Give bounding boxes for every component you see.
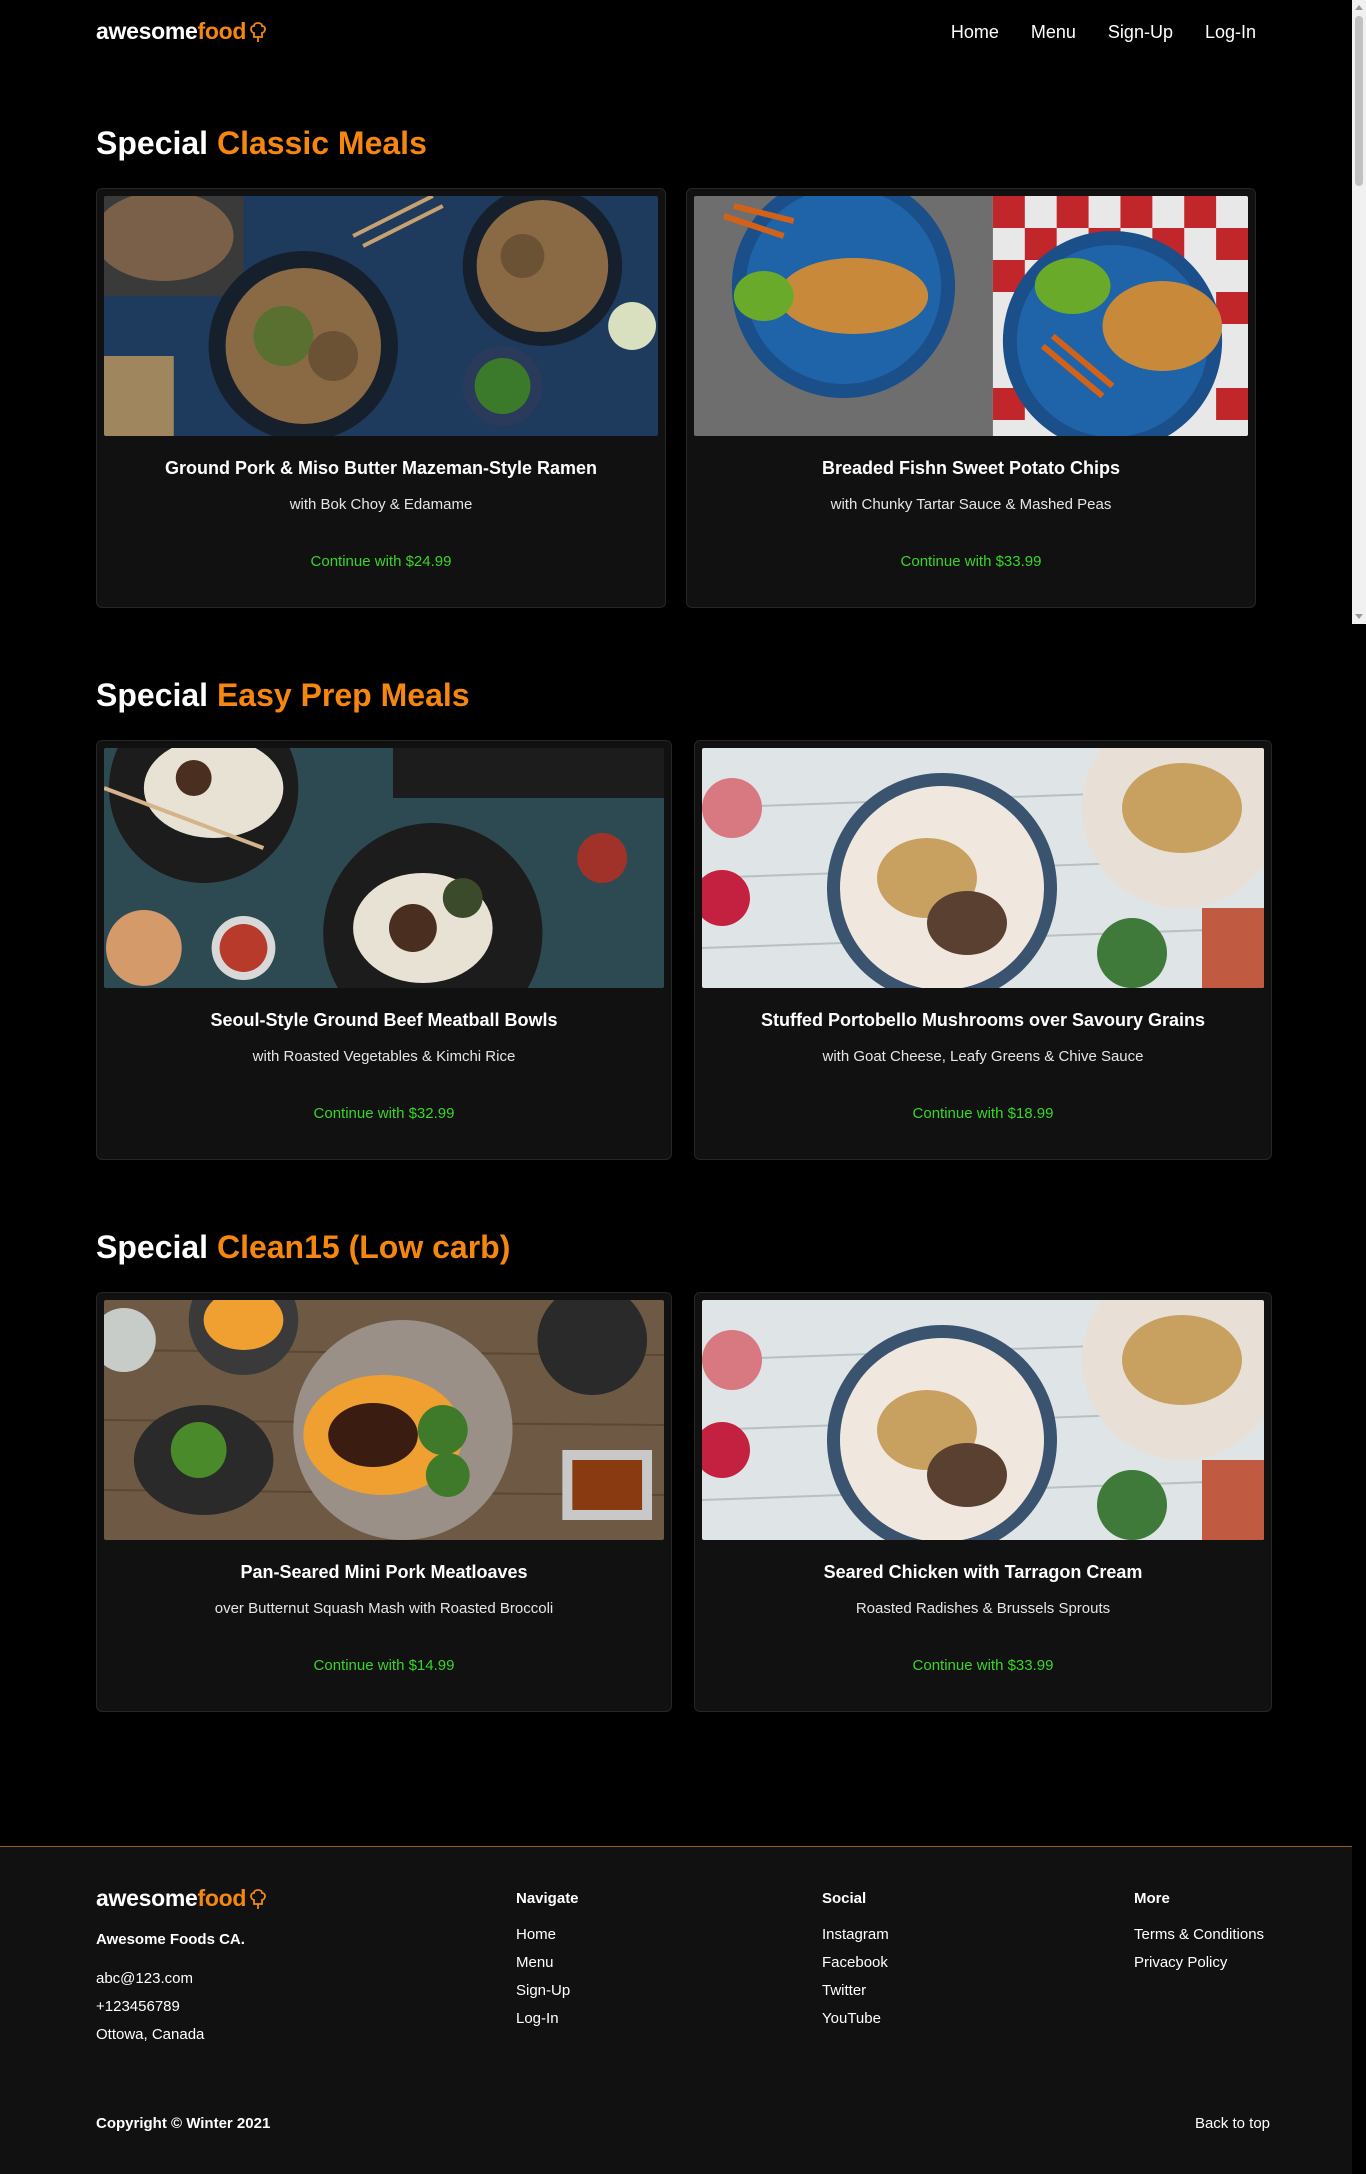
section-classic-meals: Special Classic Meals Ground Pork & Miso… xyxy=(96,118,1272,608)
copyright-text: Copyright © Winter 2021 xyxy=(96,2115,271,2132)
section-heading-highlight: Clean15 (Low carb) xyxy=(216,1229,511,1265)
meal-card[interactable]: Pan-Seared Mini Pork Meatloaves over But… xyxy=(96,1292,672,1712)
contact-email: abc@123.com xyxy=(96,1970,193,1987)
company-name: Awesome Foods CA. xyxy=(96,1931,245,1948)
footer-link-youtube[interactable]: YouTube xyxy=(822,2005,889,2033)
section-heading-highlight: Easy Prep Meals xyxy=(216,677,470,713)
card-grid: Ground Pork & Miso Butter Mazeman-Style … xyxy=(96,188,1272,608)
continue-price-link[interactable]: Continue with $33.99 xyxy=(694,553,1248,570)
nav-home-link[interactable]: Home xyxy=(951,22,999,43)
ramen-bowls-image xyxy=(104,196,658,436)
section-heading-prefix: Special xyxy=(96,677,209,713)
meal-title: Pan-Seared Mini Pork Meatloaves xyxy=(240,1562,528,1582)
main-nav: Home Menu Sign-Up Log-In xyxy=(951,22,1256,43)
continue-price-link[interactable]: Continue with $24.99 xyxy=(104,553,658,570)
back-to-top-link[interactable]: Back to top xyxy=(1195,2115,1270,2132)
footer-column-navigate: Navigate Home Menu Sign-Up Log-In xyxy=(516,1887,579,2033)
section-heading: Special Clean15 (Low carb) xyxy=(96,1222,1272,1272)
meal-card[interactable]: Stuffed Portobello Mushrooms over Savour… xyxy=(694,740,1272,1160)
page: awesome food Home Menu Sign-Up Log-In Sp… xyxy=(0,0,1352,2174)
meal-subtitle: with Roasted Vegetables & Kimchi Rice xyxy=(252,1048,516,1065)
contact-location: Ottowa, Canada xyxy=(96,2026,205,2043)
logo-text-white: awesome xyxy=(96,18,198,44)
section-easy-prep-meals: Special Easy Prep Meals Seoul-Style Grou… xyxy=(96,670,1272,1160)
section-heading-prefix: Special xyxy=(96,125,209,161)
meal-title: Ground Pork & Miso Butter Mazeman-Style … xyxy=(164,458,598,478)
meal-title: Seoul-Style Ground Beef Meatball Bowls xyxy=(210,1010,558,1030)
page-scrollbar[interactable] xyxy=(1352,0,1366,624)
footer-link-facebook[interactable]: Facebook xyxy=(822,1949,889,1977)
continue-price-link[interactable]: Continue with $33.99 xyxy=(702,1657,1264,1674)
section-heading-highlight: Classic Meals xyxy=(216,125,427,161)
meal-subtitle: over Butternut Squash Mash with Roasted … xyxy=(214,1600,554,1617)
logo-text-orange: food xyxy=(197,18,247,44)
footer-column-social: Social Instagram Facebook Twitter YouTub… xyxy=(822,1887,889,2033)
footer-link-menu[interactable]: Menu xyxy=(516,1949,579,1977)
meal-card[interactable]: Seoul-Style Ground Beef Meatball Bowls w… xyxy=(96,740,672,1160)
meal-card[interactable]: Ground Pork & Miso Butter Mazeman-Style … xyxy=(96,188,666,608)
contact-phone: +123456789 xyxy=(96,1998,180,2015)
section-clean15-low-carb: Special Clean15 (Low carb) Pan-Seared Mi… xyxy=(96,1222,1272,1712)
scroll-up-arrow-icon[interactable] xyxy=(1355,5,1363,10)
nav-menu-link[interactable]: Menu xyxy=(1031,22,1076,43)
continue-price-link[interactable]: Continue with $14.99 xyxy=(104,1657,664,1674)
chef-hat-icon xyxy=(250,1888,266,1910)
contact-info: abc@123.com +123456789 Ottowa, Canada xyxy=(96,1965,204,2049)
meal-title: Stuffed Portobello Mushrooms over Savour… xyxy=(760,1010,1206,1030)
continue-price-link[interactable]: Continue with $18.99 xyxy=(702,1105,1264,1122)
footer-link-instagram[interactable]: Instagram xyxy=(822,1921,889,1949)
footer-link-privacy[interactable]: Privacy Policy xyxy=(1134,1949,1264,1977)
footer-link-login[interactable]: Log-In xyxy=(516,2005,579,2033)
meal-subtitle: with Chunky Tartar Sauce & Mashed Peas xyxy=(830,496,1112,513)
footer-column-more: More Terms & Conditions Privacy Policy xyxy=(1134,1887,1264,1977)
site-logo[interactable]: awesome food xyxy=(96,18,266,45)
footer-link-terms[interactable]: Terms & Conditions xyxy=(1134,1921,1264,1949)
meal-card[interactable]: Breaded Fishn Sweet Potato Chips with Ch… xyxy=(686,188,1256,608)
fish-chips-image xyxy=(694,196,1248,436)
card-grid: Seoul-Style Ground Beef Meatball Bowls w… xyxy=(96,740,1272,1160)
meatball-bowls-image xyxy=(104,748,664,988)
section-heading: Special Easy Prep Meals xyxy=(96,670,1272,720)
section-heading-prefix: Special xyxy=(96,1229,209,1265)
nav-login-link[interactable]: Log-In xyxy=(1205,22,1256,43)
continue-price-link[interactable]: Continue with $32.99 xyxy=(104,1105,664,1122)
meal-subtitle: Roasted Radishes & Brussels Sprouts xyxy=(855,1600,1111,1617)
meal-subtitle: with Bok Choy & Edamame xyxy=(289,496,473,513)
logo-text-white: awesome xyxy=(96,1885,198,1911)
logo-text-orange: food xyxy=(197,1885,247,1911)
meal-card[interactable]: Seared Chicken with Tarragon Cream Roast… xyxy=(694,1292,1272,1712)
meal-subtitle: with Goat Cheese, Leafy Greens & Chive S… xyxy=(822,1048,1144,1065)
footer-link-signup[interactable]: Sign-Up xyxy=(516,1977,579,2005)
seared-chicken-image xyxy=(702,1300,1264,1540)
scroll-down-arrow-icon[interactable] xyxy=(1355,614,1363,619)
site-header: awesome food Home Menu Sign-Up Log-In xyxy=(0,0,1352,66)
section-heading: Special Classic Meals xyxy=(96,118,1272,168)
meatloaf-image xyxy=(104,1300,664,1540)
meal-title: Breaded Fishn Sweet Potato Chips xyxy=(821,458,1121,478)
site-footer: awesome food Awesome Foods CA. abc@123.c… xyxy=(0,1846,1352,2174)
meal-title: Seared Chicken with Tarragon Cream xyxy=(823,1562,1143,1582)
footer-link-home[interactable]: Home xyxy=(516,1921,579,1949)
footer-column-heading: Navigate xyxy=(516,1890,579,1907)
footer-logo[interactable]: awesome food xyxy=(96,1885,266,1912)
footer-column-heading: Social xyxy=(822,1890,867,1907)
footer-link-twitter[interactable]: Twitter xyxy=(822,1977,889,2005)
footer-column-heading: More xyxy=(1134,1890,1170,1907)
scrollbar-thumb[interactable] xyxy=(1355,16,1363,186)
card-grid: Pan-Seared Mini Pork Meatloaves over But… xyxy=(96,1292,1272,1712)
stuffed-mushrooms-image xyxy=(702,748,1264,988)
chef-hat-icon xyxy=(250,21,266,43)
nav-signup-link[interactable]: Sign-Up xyxy=(1108,22,1173,43)
